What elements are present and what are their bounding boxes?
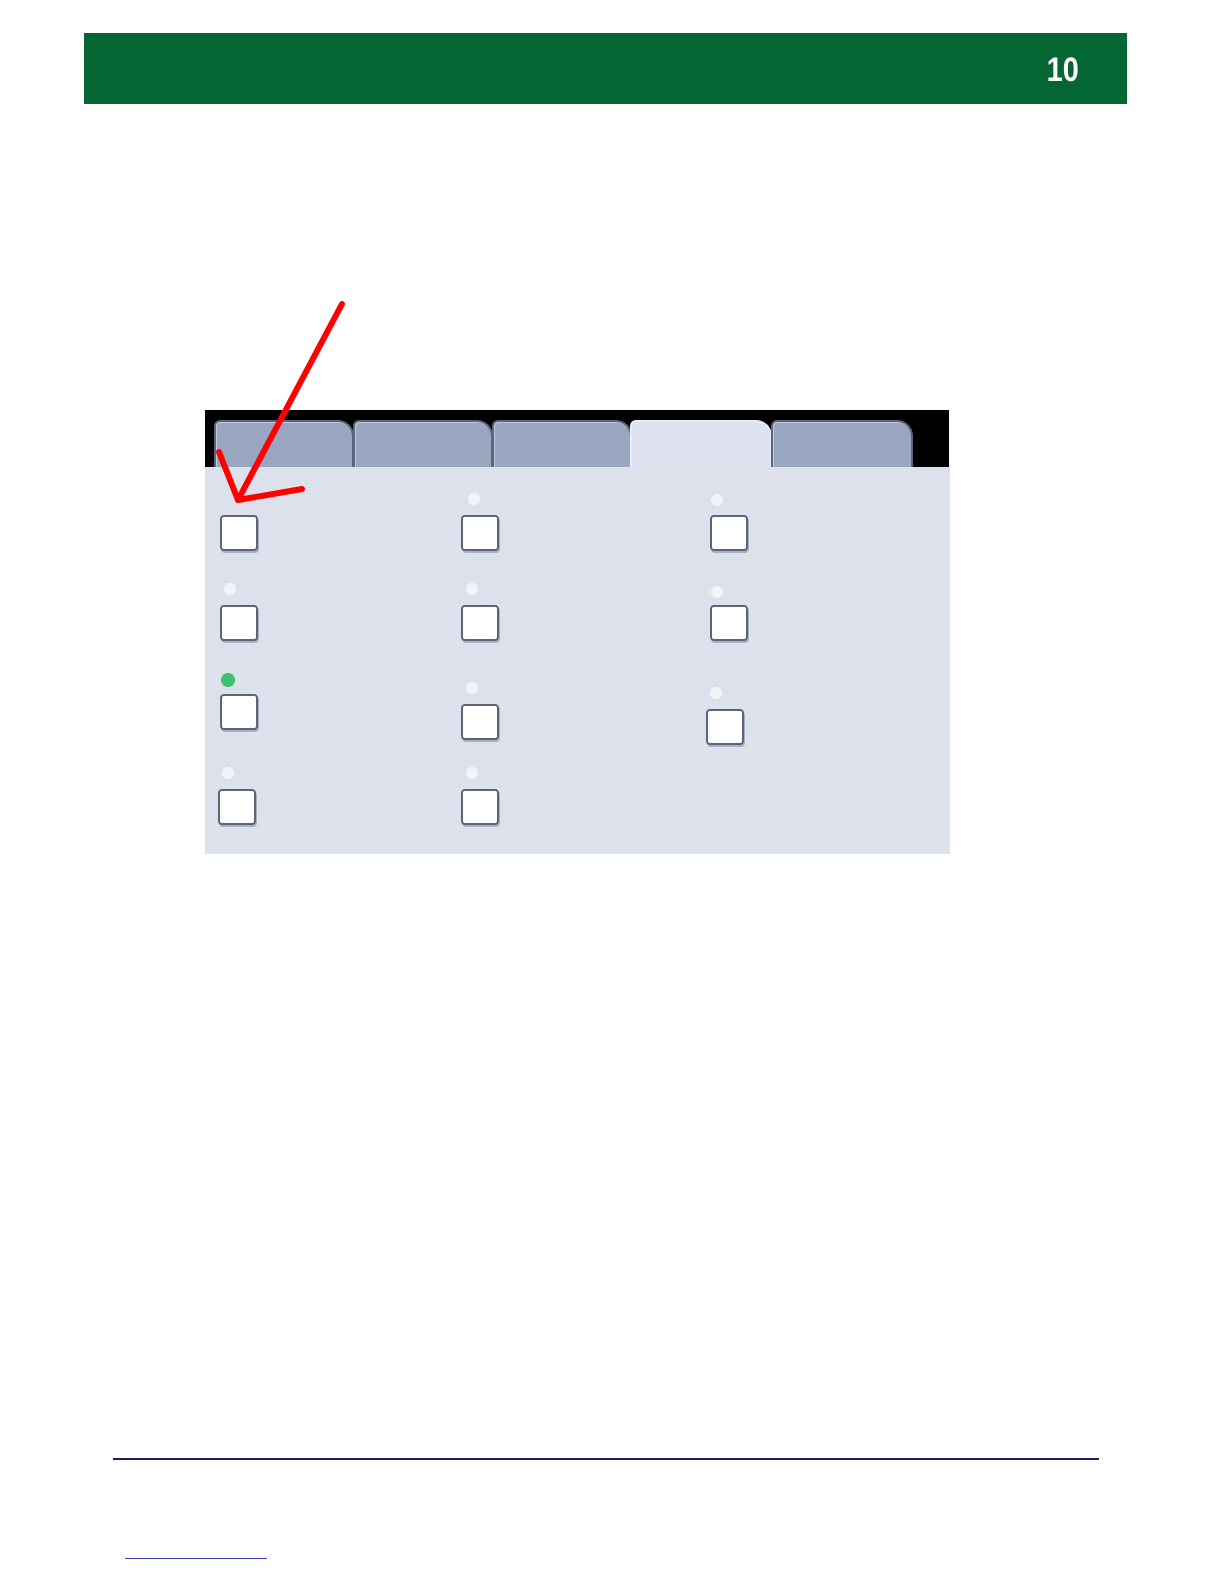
option-8[interactable] xyxy=(461,704,499,740)
option-11-indicator xyxy=(466,767,478,779)
option-9-indicator xyxy=(710,687,722,699)
option-2-indicator xyxy=(468,493,480,505)
option-7[interactable] xyxy=(220,694,258,730)
tab-strip xyxy=(205,410,949,468)
option-4-indicator xyxy=(224,583,236,595)
option-6-indicator xyxy=(711,586,723,598)
option-5[interactable] xyxy=(461,605,499,641)
tab-4[interactable] xyxy=(630,420,772,468)
tab-2[interactable] xyxy=(353,420,493,468)
tab-5[interactable] xyxy=(771,420,913,468)
tab-1[interactable] xyxy=(214,420,354,468)
option-5-indicator xyxy=(466,583,478,595)
page-number: 10 xyxy=(1046,51,1079,89)
option-6[interactable] xyxy=(710,605,748,641)
option-4[interactable] xyxy=(220,605,258,641)
option-10-indicator xyxy=(222,767,234,779)
option-1[interactable] xyxy=(220,515,258,551)
option-3[interactable] xyxy=(710,515,748,551)
option-10[interactable] xyxy=(218,789,256,825)
tab-3[interactable] xyxy=(492,420,632,468)
option-7-indicator xyxy=(221,673,235,687)
options-panel xyxy=(205,467,950,854)
touch-screen xyxy=(205,410,950,854)
option-8-indicator xyxy=(466,682,478,694)
footer-link-underline xyxy=(125,1558,267,1559)
option-2[interactable] xyxy=(461,515,499,551)
option-9[interactable] xyxy=(706,709,744,745)
option-3-indicator xyxy=(711,494,723,506)
option-11[interactable] xyxy=(461,789,499,825)
footer-rule xyxy=(113,1458,1099,1460)
header-bar: 10 xyxy=(84,33,1127,104)
